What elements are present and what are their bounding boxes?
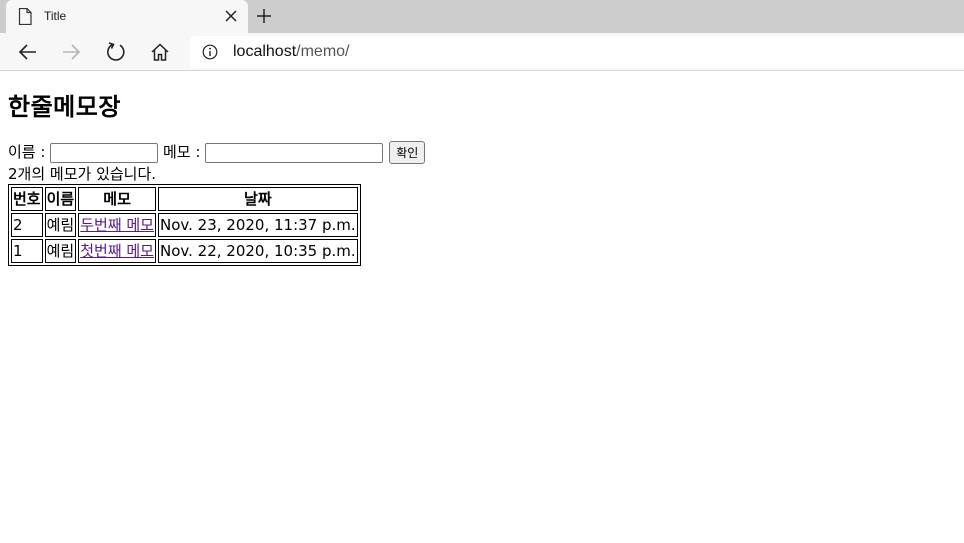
memo-input[interactable] (205, 142, 384, 163)
close-tab-icon[interactable] (224, 9, 238, 23)
refresh-icon[interactable] (105, 41, 127, 63)
memo-label: 메모 : (163, 143, 201, 161)
back-arrow-icon[interactable] (17, 41, 39, 63)
memo-link[interactable]: 두번째 메모 (80, 216, 154, 234)
memo-count-text: 2개의 메모가 있습니다. (8, 165, 157, 183)
row-memo-cell: 두번째 메모 (78, 213, 156, 237)
browser-tab[interactable]: Title (6, 0, 248, 33)
home-icon[interactable] (149, 41, 171, 63)
page-title: 한줄메모장 (8, 93, 121, 121)
row-number: 2 (11, 213, 43, 237)
table-row: 1 예림 첫번째 메모 Nov. 22, 2020, 10:35 p.m. (11, 239, 358, 263)
name-label: 이름 : (8, 143, 46, 161)
row-name: 예림 (44, 239, 77, 263)
page-content: 한줄메모장 이름 : 메모 : 확인 2개의 메모가 있습니다. 번호 이름 메… (8, 71, 958, 266)
url-host: localhost (233, 43, 297, 60)
url-text[interactable]: localhost/memo/ (233, 43, 350, 61)
name-input[interactable] (50, 142, 159, 163)
row-number: 1 (11, 239, 43, 263)
row-date: Nov. 23, 2020, 11:37 p.m. (158, 213, 358, 237)
row-memo-cell: 첫번째 메모 (78, 239, 156, 263)
new-tab-icon[interactable] (255, 7, 273, 25)
url-path: /memo/ (296, 43, 350, 60)
row-date: Nov. 22, 2020, 10:35 p.m. (158, 239, 358, 263)
memo-table: 번호 이름 메모 날짜 2 예림 두번째 메모 Nov. 23, 2020, 1… (8, 184, 361, 266)
submit-button[interactable]: 확인 (389, 141, 426, 164)
tab-strip: Title (0, 0, 964, 33)
info-icon[interactable] (202, 44, 218, 60)
tab-title: Title (44, 9, 67, 23)
column-header-name: 이름 (44, 187, 77, 211)
memo-form: 이름 : 메모 : 확인 (8, 141, 958, 164)
forward-arrow-icon[interactable] (60, 41, 82, 63)
memo-link[interactable]: 첫번째 메모 (80, 242, 154, 260)
column-header-date: 날짜 (158, 187, 358, 211)
column-header-number: 번호 (11, 187, 43, 211)
table-header-row: 번호 이름 메모 날짜 (11, 187, 358, 211)
column-header-memo: 메모 (78, 187, 156, 211)
document-icon (18, 8, 32, 25)
row-name: 예림 (44, 213, 77, 237)
table-row: 2 예림 두번째 메모 Nov. 23, 2020, 11:37 p.m. (11, 213, 358, 237)
browser-toolbar: localhost/memo/ (0, 33, 964, 71)
address-bar[interactable]: localhost/memo/ (190, 36, 964, 68)
